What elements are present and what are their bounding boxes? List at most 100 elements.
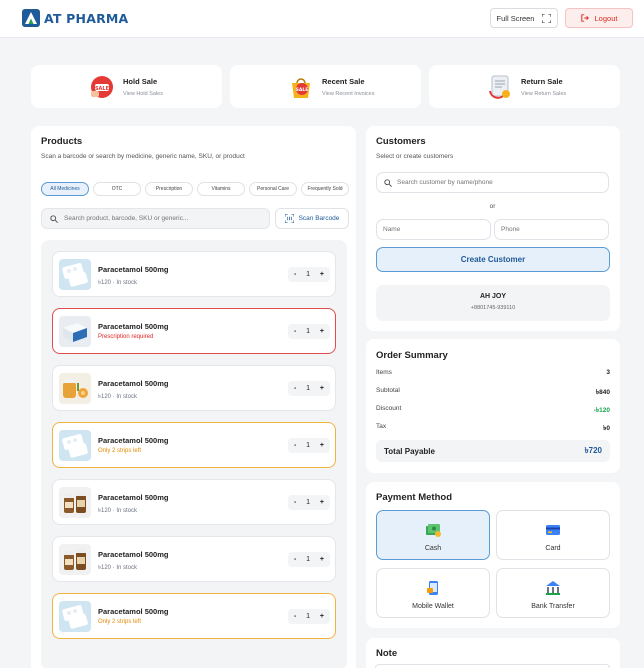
summary-label: Subtotal: [376, 387, 400, 394]
increment-button[interactable]: +: [320, 385, 324, 392]
payment-mobile-wallet[interactable]: Mobile Wallet: [376, 568, 490, 618]
product-row[interactable]: Paracetamol 500mg Prescription required …: [52, 308, 336, 354]
return-sale-card[interactable]: Return Sale View Return Sales: [429, 65, 620, 108]
search-icon: [50, 214, 58, 223]
decrement-button[interactable]: -: [294, 499, 296, 506]
increment-button[interactable]: +: [320, 328, 324, 335]
recent-sale-title: Recent Sale: [322, 76, 365, 86]
product-name: Paracetamol 500mg: [98, 493, 169, 502]
selected-customer[interactable]: AH JOY +8801745-939110: [376, 285, 610, 321]
chip-personal-care[interactable]: Personal Care: [249, 182, 297, 196]
card-icon: [546, 525, 560, 535]
quantity-value[interactable]: 1: [306, 442, 310, 449]
chip-all-medicines[interactable]: All Medicines: [41, 182, 89, 196]
product-row[interactable]: Paracetamol 500mg Only 2 strips left - 1…: [52, 593, 336, 639]
logout-button[interactable]: Logout: [565, 8, 633, 28]
phone-field[interactable]: [494, 219, 609, 240]
customer-search: [376, 172, 609, 193]
hold-sale-title: Hold Sale: [123, 76, 158, 86]
prescription-warning: Prescription required: [98, 334, 154, 340]
chip-vitamins[interactable]: Vitamins: [197, 182, 245, 196]
top-bar: AT PHARMA Full Screen Logout: [0, 0, 644, 38]
decrement-button[interactable]: -: [294, 328, 296, 335]
increment-button[interactable]: +: [320, 271, 324, 278]
summary-value: -৳120: [593, 407, 610, 414]
recent-sale-subtitle: View Recent Invoices: [322, 90, 375, 97]
quantity-value[interactable]: 1: [306, 328, 310, 335]
product-name: Paracetamol 500mg: [98, 436, 169, 445]
return-sale-subtitle: View Return Sales: [521, 90, 567, 97]
brand-logo[interactable]: AT PHARMA: [22, 9, 128, 27]
product-name: Paracetamol 500mg: [98, 265, 169, 274]
chip-otc[interactable]: OTC: [93, 182, 141, 196]
product-meta: ৳120 · In stock: [98, 394, 138, 400]
scan-barcode-button[interactable]: Scan Barcode: [275, 208, 349, 229]
phone-input[interactable]: [501, 226, 601, 233]
quantity-value[interactable]: 1: [306, 556, 310, 563]
decrement-button[interactable]: -: [294, 442, 296, 449]
fullscreen-button[interactable]: Full Screen: [490, 8, 558, 28]
cash-icon: [426, 524, 441, 537]
chip-frequently-sold[interactable]: Frequently Sold: [301, 182, 349, 196]
decrement-button[interactable]: -: [294, 556, 296, 563]
note-textarea[interactable]: [375, 664, 610, 668]
product-name: Paracetamol 500mg: [98, 607, 169, 616]
medicine-box-image: [59, 316, 91, 347]
total-label: Total Payable: [384, 446, 435, 456]
create-customer-button[interactable]: Create Customer: [376, 247, 610, 272]
product-row[interactable]: Paracetamol 500mg ৳120 · In stock - 1 +: [52, 536, 336, 582]
summary-value: 3: [606, 369, 610, 376]
quantity-value[interactable]: 1: [306, 271, 310, 278]
product-name: Paracetamol 500mg: [98, 322, 169, 331]
pill-bottles-image: [59, 544, 91, 575]
pill-bottles-image: [59, 487, 91, 518]
low-stock-warning: Only 2 strips left: [98, 448, 142, 454]
increment-button[interactable]: +: [320, 442, 324, 449]
quantity-stepper: - 1 +: [288, 267, 330, 282]
increment-button[interactable]: +: [320, 556, 324, 563]
hold-sale-icon: SALE: [91, 75, 113, 98]
svg-text:SALE: SALE: [296, 87, 309, 93]
increment-button[interactable]: +: [320, 499, 324, 506]
payment-method-title: Payment Method: [376, 492, 453, 503]
customers-title: Customers: [376, 136, 426, 147]
quantity-stepper: - 1 +: [288, 495, 330, 510]
summary-row-tax: Tax ৳0: [376, 423, 610, 434]
scan-barcode-label: Scan Barcode: [298, 215, 340, 222]
product-row[interactable]: Paracetamol 500mg ৳120 · In stock - 1 +: [52, 479, 336, 525]
mobile-wallet-icon: [427, 581, 438, 595]
increment-button[interactable]: +: [320, 613, 324, 620]
blister-pack-image: [59, 601, 91, 632]
customer-name: AH JOY: [479, 293, 507, 300]
recent-sale-card[interactable]: SALE Recent Sale View Recent Invoices: [230, 65, 421, 108]
customer-search-input[interactable]: [397, 179, 587, 186]
hold-sale-subtitle: View Hold Sales: [123, 90, 163, 97]
product-row[interactable]: Paracetamol 500mg ৳120 · In stock - 1 +: [52, 365, 336, 411]
decrement-button[interactable]: -: [294, 271, 296, 278]
product-row[interactable]: Paracetamol 500mg Only 2 strips left - 1…: [52, 422, 336, 468]
product-search-input[interactable]: [64, 215, 254, 222]
payment-cash[interactable]: Cash: [376, 510, 490, 560]
quantity-value[interactable]: 1: [306, 385, 310, 392]
name-field[interactable]: [376, 219, 491, 240]
quantity-value[interactable]: 1: [306, 499, 310, 506]
logo-mark-icon: [22, 9, 40, 27]
decrement-button[interactable]: -: [294, 385, 296, 392]
brand-name: AT PHARMA: [44, 10, 129, 26]
name-input[interactable]: [383, 226, 483, 233]
product-row[interactable]: Paracetamol 500mg ৳120 · In stock - 1 +: [52, 251, 336, 297]
quantity-stepper: - 1 +: [288, 552, 330, 567]
or-divider: or: [489, 203, 496, 210]
chip-prescription[interactable]: Prescription: [145, 182, 193, 196]
quantity-value[interactable]: 1: [306, 613, 310, 620]
product-search: [41, 208, 270, 229]
expand-icon: [542, 13, 552, 23]
quantity-stepper: - 1 +: [288, 438, 330, 453]
payment-card[interactable]: Card: [496, 510, 610, 560]
category-chips: All Medicines OTC Prescription Vitamins …: [41, 182, 349, 196]
honey-jar-image: [59, 373, 91, 404]
payment-bank-transfer[interactable]: Bank Transfer: [496, 568, 610, 618]
hold-sale-card[interactable]: SALE Hold Sale View Hold Sales: [31, 65, 222, 108]
decrement-button[interactable]: -: [294, 613, 296, 620]
quantity-stepper: - 1 +: [288, 324, 330, 339]
